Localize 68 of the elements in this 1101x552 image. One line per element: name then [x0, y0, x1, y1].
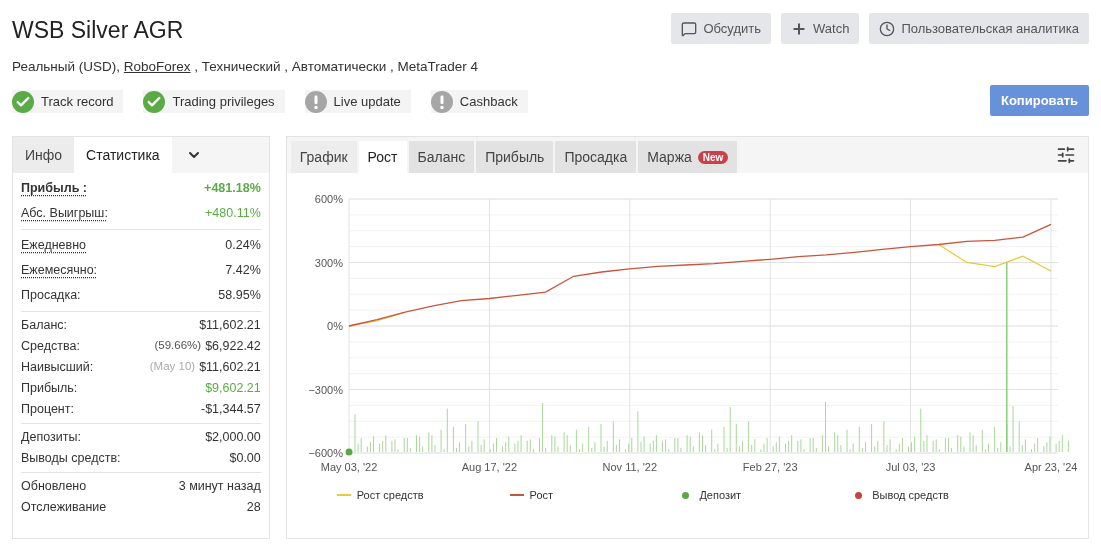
panel-tab[interactable]: Инфо [13, 137, 75, 173]
chart-tab[interactable]: Прибыль [476, 141, 554, 173]
stat-value: $2,000.00 [205, 429, 261, 447]
legend-label: Депозит [699, 488, 742, 503]
legend-label: Вывод средств [872, 488, 949, 503]
stat-value: 28 [246, 499, 261, 517]
x-tick-label: May 03, '22 [320, 461, 378, 473]
stat-value: $6,922.42 [205, 338, 261, 356]
stat-value: $11,602.21 [199, 359, 261, 377]
stat-label: Абс. Выигрыш: [21, 205, 108, 223]
status-badge: Live update [304, 90, 411, 114]
comment-icon [681, 20, 698, 37]
status-badge: Cashback [430, 90, 528, 114]
stat-label: Процент: [21, 401, 74, 419]
y-tick-label: 300% [314, 256, 343, 269]
stat-value: +480.11% [205, 205, 261, 223]
action-button[interactable]: Обсудить [671, 13, 771, 44]
stat-label: Ежемесячно: [21, 262, 98, 280]
stat-label: Просадка: [21, 287, 81, 305]
stat-label: Средства: [21, 338, 80, 356]
stat-value: $11,602.21 [199, 317, 261, 335]
chart-tab[interactable]: Баланс [408, 141, 475, 173]
stat-label: Баланс: [21, 317, 68, 335]
stat-label: Выводы средств: [21, 450, 121, 468]
y-tick-label: 0% [326, 320, 343, 332]
stat-note: (May 10) [149, 359, 196, 375]
x-tick-label: Aug 17, '22 [461, 461, 517, 473]
y-tick-label: −300% [308, 383, 343, 396]
action-button[interactable]: Пользовательская аналитика [869, 13, 1089, 44]
stat-value: -$1,344.57 [201, 401, 261, 419]
stat-label: Депозиты: [21, 429, 81, 447]
stat-label: Прибыль : [21, 180, 87, 198]
panel-tab[interactable]: Статистика [74, 137, 172, 173]
stat-label: Прибыль: [21, 380, 78, 398]
x-tick-label: Apr 23, '24 [1024, 461, 1078, 473]
stat-value: $0.00 [229, 450, 261, 468]
stat-value: 0.24% [225, 237, 261, 255]
stat-value: 58.95% [218, 287, 261, 305]
x-tick-label: Nov 11, '22 [602, 461, 657, 473]
plus-icon [791, 20, 807, 37]
legend-label: Рост средств [356, 488, 424, 503]
stat-note: (59.66%) [154, 338, 202, 354]
stat-label: Обновлено [21, 478, 87, 496]
stat-value: 3 минут назад [178, 478, 261, 496]
chart-tab[interactable]: График [290, 141, 357, 173]
stat-value: $9,602.21 [205, 380, 261, 398]
stat-label: Наивысший: [21, 359, 94, 377]
account-description: Реальный (USD), RoboForex , Технический , Автоматически , MetaTrader 4 [12, 58, 479, 76]
legend-label: Рост [529, 488, 554, 503]
stat-value: 7.42% [225, 262, 261, 280]
clock-icon [879, 20, 896, 37]
y-tick-label: −600% [308, 447, 343, 459]
stat-value: +481.18% [204, 180, 261, 198]
broker-link[interactable]: RoboForex [123, 59, 191, 74]
chart-tab[interactable]: Рост [358, 141, 407, 173]
x-tick-label: Jul 03, '23 [885, 461, 936, 473]
settings-icon[interactable] [1056, 145, 1076, 165]
new-badge: New [697, 150, 729, 164]
chart-tab[interactable]: Маржа New [638, 141, 738, 173]
action-button[interactable]: Watch [781, 13, 860, 44]
y-tick-label: 600% [314, 193, 343, 205]
stat-label: Ежедневно [21, 237, 87, 255]
x-tick-label: Feb 27, '23 [742, 461, 798, 473]
chart-tab[interactable]: Просадка [555, 141, 637, 173]
stat-label: Отслеживание [21, 499, 107, 517]
status-badge: Track record [12, 90, 124, 114]
page-title: WSB Silver AGR [12, 16, 185, 45]
status-badge: Trading privileges [143, 90, 285, 114]
